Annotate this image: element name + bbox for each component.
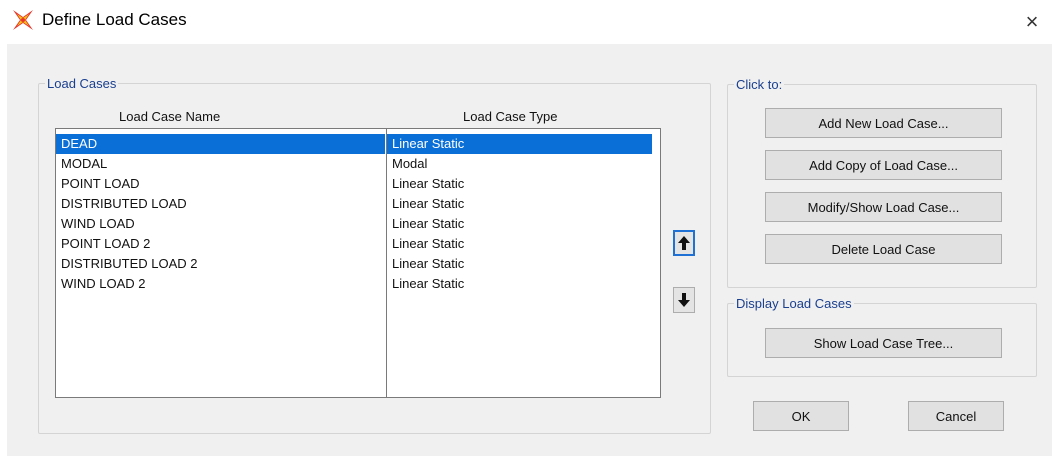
cancel-button[interactable]: Cancel [908,401,1004,431]
load-cases-legend: Load Cases [47,76,117,91]
display-load-cases-legend: Display Load Cases [736,296,852,311]
close-icon[interactable]: × [1018,8,1046,36]
load-case-type-header: Load Case Type [463,109,558,124]
load-case-name-cell: POINT LOAD 2 [61,236,151,251]
load-case-row[interactable]: WIND LOAD 2 Linear Static [56,274,660,294]
click-to-legend: Click to: [736,77,783,92]
load-case-row[interactable]: POINT LOAD Linear Static [56,174,660,194]
load-case-type-cell: Linear Static [392,196,465,211]
sap2000-app-icon [12,9,34,31]
modify-show-load-case-button[interactable]: Modify/Show Load Case... [765,192,1002,222]
load-case-name-cell: WIND LOAD 2 [61,276,146,291]
load-case-type-cell: Modal [392,156,428,171]
load-case-name-cell: DEAD [56,134,385,154]
title-bar[interactable]: Define Load Cases × [0,0,1059,44]
add-new-load-case-button[interactable]: Add New Load Case... [765,108,1002,138]
show-load-case-tree-button[interactable]: Show Load Case Tree... [765,328,1002,358]
load-case-name-cell: POINT LOAD [61,176,140,191]
load-case-name-cell: DISTRIBUTED LOAD [61,196,187,211]
move-down-button[interactable] [673,287,695,313]
ok-button[interactable]: OK [753,401,849,431]
load-case-name-cell: DISTRIBUTED LOAD 2 [61,256,198,271]
load-cases-list[interactable]: DEAD Linear Static MODAL Modal POINT LOAD Lin… [55,128,661,398]
load-case-row[interactable]: DISTRIBUTED LOAD 2 Linear Static [56,254,660,274]
load-case-row[interactable]: WIND LOAD Linear Static [56,214,660,234]
load-case-row[interactable]: POINT LOAD 2 Linear Static [56,234,660,254]
load-case-name-header: Load Case Name [119,109,221,124]
load-case-type-cell: Linear Static [392,216,465,231]
load-case-type-cell: Linear Static [392,176,465,191]
load-case-type-cell: Linear Static [392,276,465,291]
add-copy-load-case-button[interactable]: Add Copy of Load Case... [765,150,1002,180]
load-case-row[interactable]: DISTRIBUTED LOAD Linear Static [56,194,660,214]
window-title: Define Load Cases [42,10,187,29]
load-case-name-cell: WIND LOAD [61,216,135,231]
move-up-button[interactable] [673,230,695,256]
load-case-type-cell: Linear Static [387,134,652,154]
load-case-type-cell: Linear Static [392,236,465,251]
load-case-type-cell: Linear Static [392,256,465,271]
define-load-cases-dialog: Define Load Cases × Load Cases Load Case… [0,0,1059,462]
load-case-row[interactable]: MODAL Modal [56,154,660,174]
dialog-client-area: Load Cases Load Case Name Load Case Type… [7,44,1052,456]
delete-load-case-button[interactable]: Delete Load Case [765,234,1002,264]
load-case-row[interactable]: DEAD Linear Static [56,134,660,154]
load-case-name-cell: MODAL [61,156,108,171]
